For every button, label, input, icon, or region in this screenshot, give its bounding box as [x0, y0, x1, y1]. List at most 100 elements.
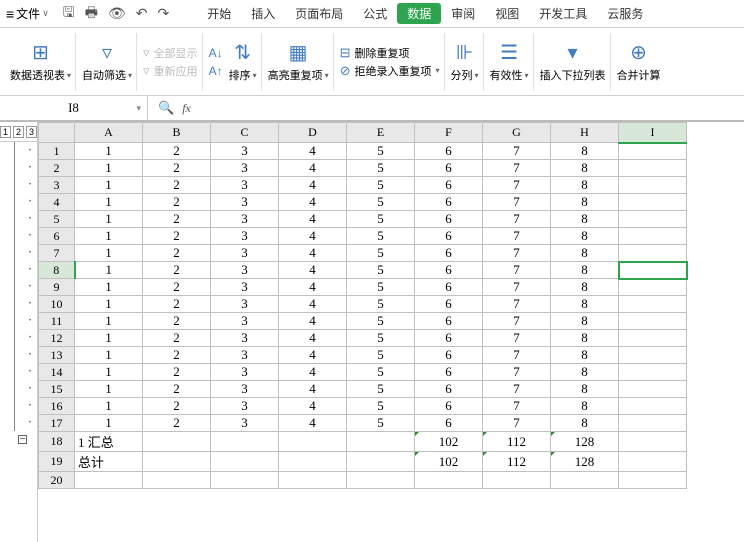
cell[interactable]: 2 — [143, 415, 211, 432]
cell[interactable]: 5 — [347, 143, 415, 160]
cell[interactable]: 2 — [143, 279, 211, 296]
column-header[interactable]: A — [75, 123, 143, 143]
cell[interactable] — [619, 177, 687, 194]
row-header[interactable]: 9 — [39, 279, 75, 296]
row-header[interactable]: 12 — [39, 330, 75, 347]
cell[interactable]: 8 — [551, 330, 619, 347]
cell[interactable]: 2 — [143, 296, 211, 313]
cell[interactable]: 7 — [483, 398, 551, 415]
cell[interactable]: 8 — [551, 296, 619, 313]
outline-marker[interactable]: − — [0, 431, 37, 448]
column-header[interactable]: C — [211, 123, 279, 143]
cell[interactable]: 1 — [75, 245, 143, 262]
cell[interactable] — [279, 472, 347, 489]
cell[interactable]: 3 — [211, 228, 279, 245]
ribbon-tab[interactable]: 公式 — [353, 0, 397, 27]
cell[interactable]: 6 — [415, 296, 483, 313]
outline-marker[interactable] — [0, 465, 37, 482]
column-header[interactable]: G — [483, 123, 551, 143]
cell[interactable] — [211, 452, 279, 472]
outline-marker[interactable]: • — [0, 414, 37, 431]
cell[interactable]: 1 — [75, 279, 143, 296]
cell[interactable]: 8 — [551, 364, 619, 381]
cell[interactable]: 3 — [211, 313, 279, 330]
cell[interactable] — [143, 432, 211, 452]
cell[interactable]: 6 — [415, 347, 483, 364]
cell[interactable]: 6 — [415, 279, 483, 296]
cell[interactable]: 1 — [75, 177, 143, 194]
cell[interactable]: 5 — [347, 313, 415, 330]
row-header[interactable]: 14 — [39, 364, 75, 381]
name-box[interactable]: I8 ▾ — [0, 96, 148, 120]
cell[interactable]: 6 — [415, 364, 483, 381]
outline-marker[interactable]: • — [0, 210, 37, 227]
ribbon-tab[interactable]: 开发工具 — [529, 0, 597, 27]
ribbon-tab[interactable]: 云服务 — [597, 0, 653, 27]
cell[interactable] — [619, 398, 687, 415]
cell[interactable]: 1 — [75, 415, 143, 432]
outline-level-button[interactable]: 2 — [13, 126, 24, 138]
grid[interactable]: ABCDEFGHI1123456782123456783123456784123… — [38, 122, 744, 542]
highlight-dup-button[interactable]: ▦ 高亮重复项▾ — [264, 33, 334, 91]
cell[interactable]: 7 — [483, 211, 551, 228]
cell[interactable]: 4 — [279, 211, 347, 228]
cell[interactable]: 2 — [143, 143, 211, 160]
cell[interactable]: 总计 — [75, 452, 143, 472]
cell[interactable]: 6 — [415, 245, 483, 262]
cell[interactable]: 3 — [211, 194, 279, 211]
chevron-down-icon[interactable]: ▾ — [136, 103, 141, 114]
cell[interactable]: 1 — [75, 347, 143, 364]
cell[interactable] — [483, 472, 551, 489]
column-header[interactable]: D — [279, 123, 347, 143]
row-header[interactable]: 20 — [39, 472, 75, 489]
cell[interactable]: 5 — [347, 194, 415, 211]
cell[interactable]: 5 — [347, 245, 415, 262]
cell[interactable]: 4 — [279, 381, 347, 398]
column-header[interactable]: B — [143, 123, 211, 143]
cell[interactable] — [211, 432, 279, 452]
cell[interactable]: 2 — [143, 330, 211, 347]
outline-marker[interactable]: • — [0, 329, 37, 346]
cell[interactable]: 6 — [415, 177, 483, 194]
cell[interactable] — [619, 279, 687, 296]
cell[interactable]: 1 汇总 — [75, 432, 143, 452]
cell[interactable]: 3 — [211, 211, 279, 228]
cell[interactable]: 2 — [143, 228, 211, 245]
cell[interactable]: 6 — [415, 143, 483, 160]
outline-marker[interactable]: • — [0, 176, 37, 193]
cell[interactable] — [619, 211, 687, 228]
row-header[interactable]: 18 — [39, 432, 75, 452]
outline-marker[interactable]: • — [0, 380, 37, 397]
cell[interactable]: 6 — [415, 211, 483, 228]
cell[interactable] — [619, 330, 687, 347]
search-icon[interactable]: 🔍 — [158, 100, 174, 116]
cell[interactable]: 8 — [551, 177, 619, 194]
cell[interactable]: 1 — [75, 228, 143, 245]
cell[interactable]: 3 — [211, 364, 279, 381]
row-header[interactable]: 19 — [39, 452, 75, 472]
cell[interactable]: 7 — [483, 313, 551, 330]
cell[interactable]: 1 — [75, 381, 143, 398]
cell[interactable]: 3 — [211, 177, 279, 194]
print-preview-icon[interactable]: 👁 — [108, 5, 126, 22]
fx-icon[interactable]: fx — [182, 101, 191, 116]
cell[interactable]: 7 — [483, 415, 551, 432]
cell[interactable]: 2 — [143, 398, 211, 415]
cell[interactable]: 7 — [483, 296, 551, 313]
cell[interactable] — [551, 472, 619, 489]
cell[interactable]: 5 — [347, 262, 415, 279]
cell[interactable]: 3 — [211, 330, 279, 347]
cell[interactable]: 8 — [551, 160, 619, 177]
cell[interactable]: 6 — [415, 381, 483, 398]
cell[interactable] — [619, 194, 687, 211]
cell[interactable]: 4 — [279, 330, 347, 347]
cell[interactable]: 5 — [347, 177, 415, 194]
cell[interactable] — [279, 432, 347, 452]
redo-icon[interactable]: ↷ — [157, 5, 169, 22]
pivot-table-button[interactable]: ⊞ 数据透视表▾ — [6, 33, 76, 91]
cell[interactable]: 112 — [483, 432, 551, 452]
outline-marker[interactable]: • — [0, 397, 37, 414]
cell[interactable]: 3 — [211, 143, 279, 160]
cell[interactable]: 4 — [279, 143, 347, 160]
cell[interactable]: 8 — [551, 262, 619, 279]
